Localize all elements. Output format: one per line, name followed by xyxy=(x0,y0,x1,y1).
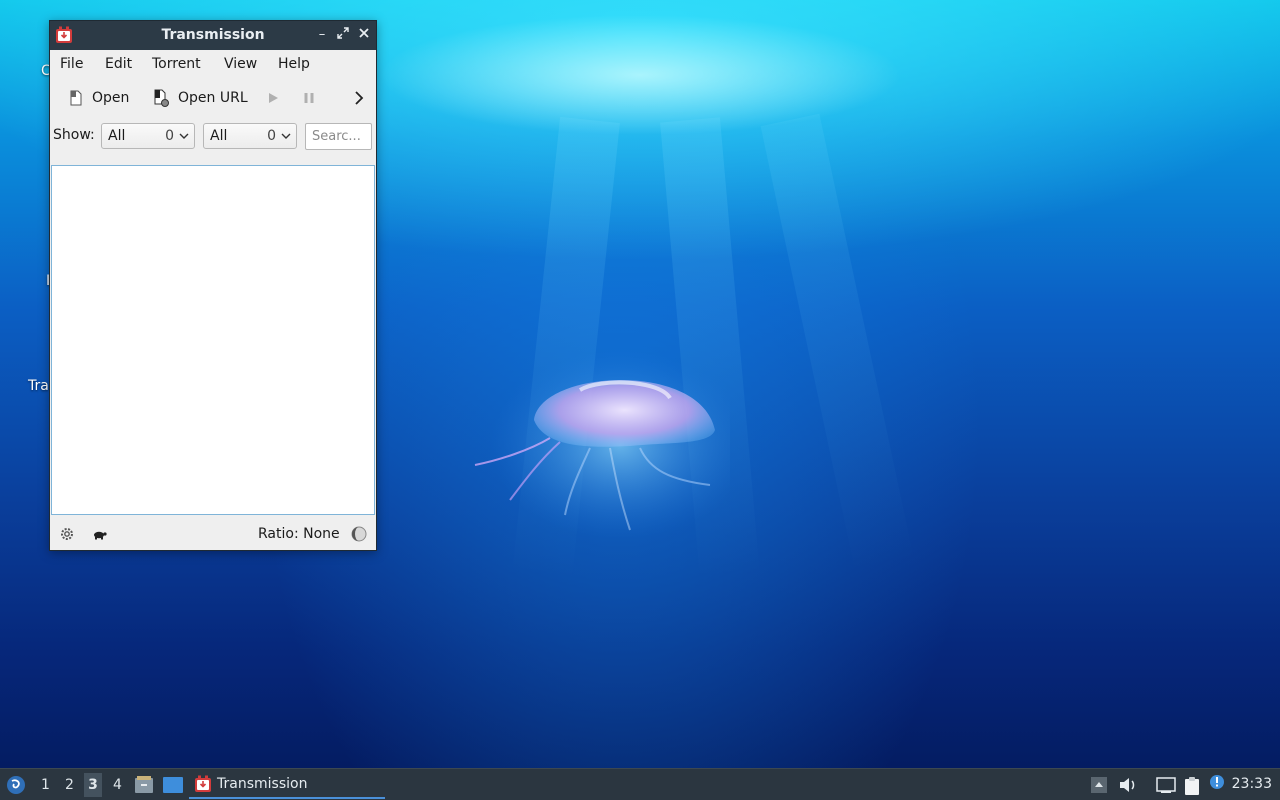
chevron-down-icon xyxy=(179,133,189,139)
close-button[interactable] xyxy=(356,27,372,43)
clipboard-icon[interactable] xyxy=(1182,776,1202,796)
play-icon xyxy=(269,93,278,103)
light-beam xyxy=(760,113,915,577)
gear-icon[interactable] xyxy=(59,526,75,542)
open-url-button[interactable]: Open URL xyxy=(152,87,248,109)
volume-icon[interactable] xyxy=(1118,776,1138,794)
workspace-4[interactable]: 4 xyxy=(113,777,122,793)
workspace-2[interactable]: 2 xyxy=(65,777,74,793)
taskbar: 1 2 3 4 Transmission 23:33 xyxy=(0,768,1280,800)
minimize-button[interactable]: – xyxy=(314,27,330,43)
file-manager-icon[interactable] xyxy=(134,775,154,795)
tracker-filter-count: 0 xyxy=(267,128,276,144)
search-input[interactable] xyxy=(305,123,372,150)
activity-filter-value: All xyxy=(108,128,126,144)
menu-bar: File Edit Torrent View Help xyxy=(50,50,376,78)
open-label: Open xyxy=(92,90,130,106)
activity-filter-count: 0 xyxy=(165,128,174,144)
tray-expand-icon[interactable] xyxy=(1090,776,1108,794)
start-menu-icon[interactable] xyxy=(6,775,26,795)
torrent-list[interactable] xyxy=(51,165,375,515)
ratio-label[interactable]: Ratio: None xyxy=(258,526,340,542)
tracker-filter-select[interactable]: All 0 xyxy=(203,123,297,149)
task-transmission[interactable]: Transmission xyxy=(189,771,385,799)
menu-view[interactable]: View xyxy=(224,56,257,72)
open-url-label: Open URL xyxy=(178,90,248,106)
chevron-right-icon xyxy=(355,91,364,105)
open-button[interactable]: Open xyxy=(68,87,129,109)
show-desktop-icon[interactable] xyxy=(162,775,184,795)
maximize-button[interactable] xyxy=(335,27,351,43)
window-titlebar[interactable]: Transmission – xyxy=(50,21,376,50)
transmission-window: Transmission – File Edit Torrent View He… xyxy=(49,20,377,551)
open-url-icon xyxy=(154,89,169,107)
show-label: Show: xyxy=(53,127,95,143)
workspace-1[interactable]: 1 xyxy=(41,777,50,793)
activity-filter-select[interactable]: All 0 xyxy=(101,123,195,149)
pause-button[interactable] xyxy=(302,87,324,109)
status-bar: Ratio: None xyxy=(50,518,376,550)
pause-icon xyxy=(304,93,314,103)
toolbar-overflow-button[interactable] xyxy=(352,87,374,109)
start-button[interactable] xyxy=(266,87,288,109)
close-icon xyxy=(359,28,369,38)
chevron-down-icon xyxy=(281,133,291,139)
open-file-icon xyxy=(70,90,82,106)
menu-torrent[interactable]: Torrent xyxy=(152,56,201,72)
workspace-3[interactable]: 3 xyxy=(84,773,102,797)
jellyfish-image xyxy=(474,350,730,540)
menu-file[interactable]: File xyxy=(60,56,83,72)
notification-icon[interactable] xyxy=(1208,773,1226,791)
network-icon[interactable] xyxy=(1155,776,1177,794)
desktop-icon-label[interactable]: Tra xyxy=(28,378,49,394)
ratio-icon xyxy=(351,526,367,542)
clock[interactable]: 23:33 xyxy=(1232,776,1272,792)
tracker-filter-value: All xyxy=(210,128,228,144)
maximize-icon xyxy=(337,27,349,39)
turtle-icon[interactable] xyxy=(91,527,107,541)
transmission-app-icon xyxy=(195,775,211,792)
filter-bar: Show: All 0 All 0 xyxy=(50,118,376,156)
menu-help[interactable]: Help xyxy=(278,56,310,72)
task-label: Transmission xyxy=(217,776,308,792)
toolbar: Open Open URL xyxy=(50,78,376,118)
menu-edit[interactable]: Edit xyxy=(105,56,132,72)
